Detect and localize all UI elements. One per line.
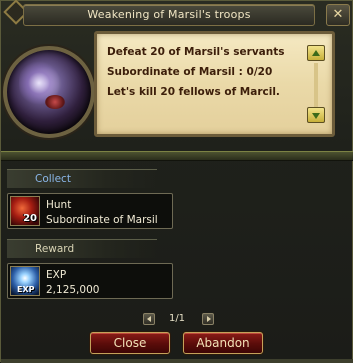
scroll-up-button[interactable]: [307, 45, 325, 61]
collect-header-label: Collect: [35, 173, 71, 185]
window-title: Weakening of Marsil's troops: [87, 8, 251, 21]
description-scrollbar[interactable]: [307, 45, 327, 127]
scroll-track[interactable]: [314, 63, 318, 107]
abandon-button[interactable]: Abandon: [183, 332, 263, 354]
quest-window: Weakening of Marsil's troops ✕ Defeat 20…: [0, 0, 353, 363]
page-next-button[interactable]: [202, 313, 214, 325]
collect-item[interactable]: 20 Hunt Subordinate of Marsil: [7, 193, 173, 229]
arrow-up-icon: [312, 50, 320, 56]
close-button[interactable]: Close: [90, 332, 170, 354]
exp-icon-tag: EXP: [17, 285, 35, 294]
reward-item-title: EXP: [46, 269, 67, 281]
hunt-count: 20: [23, 213, 37, 224]
bottom-border: [1, 359, 353, 363]
exp-icon[interactable]: EXP: [10, 266, 40, 296]
quest-objective: Defeat 20 of Marsil's servants: [107, 46, 285, 58]
hunt-icon[interactable]: 20: [10, 196, 40, 226]
arrow-down-icon: [312, 113, 320, 119]
quest-progress: Subordinate of Marsil : 0/20: [107, 66, 273, 78]
section-divider: [1, 151, 353, 161]
npc-portrait: [1, 29, 95, 141]
title-bar[interactable]: Weakening of Marsil's troops: [23, 4, 315, 26]
chevron-left-icon: [147, 316, 151, 322]
reward-item[interactable]: EXP EXP 2,125,000: [7, 263, 173, 299]
chevron-right-icon: [207, 316, 211, 322]
reward-section-header: Reward: [7, 239, 157, 258]
quest-flavor-text: Let's kill 20 fellows of Marcil.: [107, 86, 280, 98]
page-prev-button[interactable]: [143, 313, 155, 325]
quest-description: Defeat 20 of Marsil's servants Subordina…: [94, 31, 335, 137]
collect-item-target: Subordinate of Marsil: [46, 214, 158, 226]
page-indicator: 1/1: [168, 313, 186, 324]
collect-item-title: Hunt: [46, 199, 72, 211]
scroll-down-button[interactable]: [307, 107, 325, 123]
reward-item-amount: 2,125,000: [46, 284, 100, 296]
collect-section-header: Collect: [7, 169, 157, 188]
close-icon[interactable]: ✕: [326, 4, 350, 26]
portrait-detail: [45, 95, 65, 109]
reward-header-label: Reward: [35, 243, 75, 255]
